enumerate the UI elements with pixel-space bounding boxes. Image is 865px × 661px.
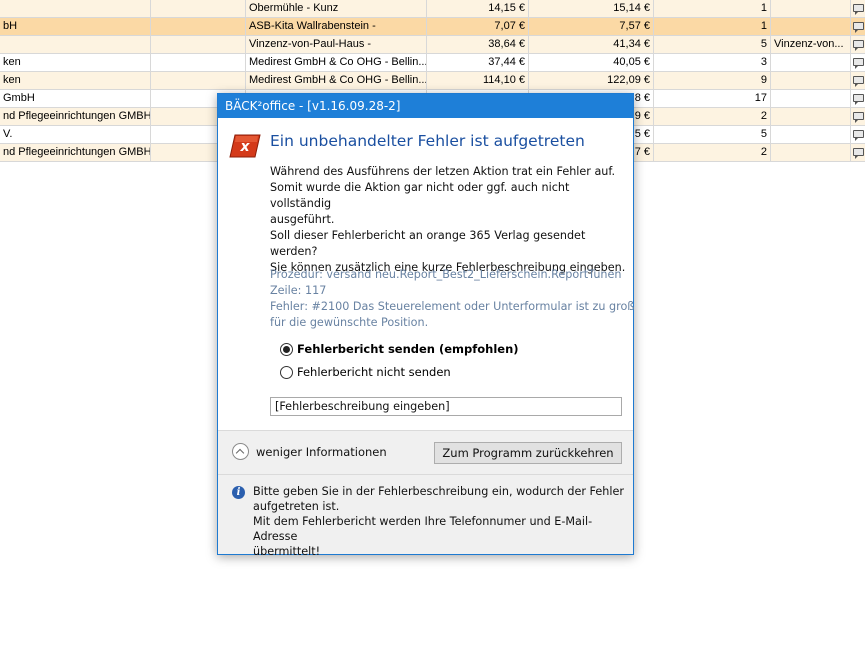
table-cell[interactable]: 7,57 € [529,18,654,36]
table-cell[interactable]: GmbH [0,90,151,108]
table-cell[interactable] [151,18,246,36]
table-cell[interactable]: 122,09 € [529,72,654,90]
table-cell[interactable]: Medirest GmbH & Co OHG - Bellin... [246,72,427,90]
table-cell[interactable] [771,0,851,18]
table-cell[interactable] [771,126,851,144]
table-cell[interactable] [771,108,851,126]
radio-send-label: Fehlerbericht senden (empfohlen) [297,342,519,356]
radio-checked-icon[interactable] [280,342,293,356]
table-cell[interactable]: 40,05 € [529,54,654,72]
table-cell[interactable]: Vinzenz-von... [771,36,851,54]
table-cell[interactable]: 5 [654,36,771,54]
svg-text:x: x [239,139,250,155]
table-cell[interactable]: 38,64 € [427,36,529,54]
table-cell[interactable]: 2 [654,108,771,126]
info-text: Bitte geben Sie in der Fehlerbeschreibun… [253,485,624,558]
table-row[interactable]: ken Medirest GmbH & Co OHG - Bellin... 37,… [0,54,865,72]
table-cell[interactable]: 7,07 € [427,18,529,36]
less-info-toggle[interactable]: weniger Informationen [232,443,387,460]
table-cell[interactable]: nd Pflegeeinrichtungen GMBH [0,144,151,162]
table-cell[interactable] [771,54,851,72]
table-cell[interactable] [0,0,151,18]
table-cell[interactable] [771,90,851,108]
row-action-cell[interactable] [851,72,865,90]
table-cell[interactable]: Medirest GmbH & Co OHG - Bellin... [246,54,427,72]
table-cell[interactable]: Obermühle - Kunz [246,0,427,18]
table-cell[interactable]: 3 [654,54,771,72]
row-action-cell[interactable] [851,126,865,144]
message-icon[interactable] [853,58,864,69]
table-cell[interactable] [0,36,151,54]
message-icon[interactable] [853,148,864,159]
table-cell[interactable] [771,18,851,36]
row-action-cell[interactable] [851,36,865,54]
chevron-up-icon[interactable] [232,443,249,460]
table-cell[interactable] [151,54,246,72]
radio-no-send[interactable]: Fehlerbericht nicht senden [280,365,451,379]
procedure-text: Prozedur: versand neu.Report_Best2_Liefe… [270,268,622,281]
error-text: Fehler: #2100 Das Steuerelement oder Unt… [270,300,635,313]
table-cell[interactable]: ASB-Kita Wallrabenstein - [246,18,427,36]
row-action-cell[interactable] [851,90,865,108]
table-cell[interactable]: 14,15 € [427,0,529,18]
table-cell[interactable]: 41,34 € [529,36,654,54]
action-bar: weniger Informationen Zum Programm zurüc… [218,431,633,474]
message-icon[interactable] [853,22,864,33]
table-row[interactable]: ken Medirest GmbH & Co OHG - Bellin... 114… [0,72,865,90]
table-cell[interactable]: ken [0,54,151,72]
table-cell[interactable]: 2 [654,144,771,162]
table-cell[interactable]: Vinzenz-von-Paul-Haus - [246,36,427,54]
message-icon[interactable] [853,112,864,123]
message-icon[interactable] [853,76,864,87]
row-action-cell[interactable] [851,18,865,36]
table-cell[interactable]: V. [0,126,151,144]
table-cell[interactable]: ken [0,72,151,90]
less-info-label: weniger Informationen [256,444,387,459]
radio-no-send-label: Fehlerbericht nicht senden [297,365,451,379]
error-text-cont: für die gewünschte Position. [270,316,429,329]
table-cell[interactable]: 37,44 € [427,54,529,72]
table-cell[interactable]: 114,10 € [427,72,529,90]
table-cell[interactable] [151,0,246,18]
row-action-cell[interactable] [851,108,865,126]
error-explanation: Während des Ausführens der letzen Aktion… [270,165,616,226]
message-icon[interactable] [853,130,864,141]
line-text: Zeile: 117 [270,284,327,297]
table-cell[interactable]: 1 [654,0,771,18]
row-action-cell[interactable] [851,0,865,18]
table-row[interactable]: bH ASB-Kita Wallrabenstein -7,07 €7,57 €1 [0,18,865,36]
error-details: Prozedur: versand neu.Report_Best2_Liefe… [270,267,635,331]
table-cell[interactable]: 17 [654,90,771,108]
return-to-program-button[interactable]: Zum Programm zurückkehren [434,442,622,464]
info-icon: i [232,486,245,499]
table-cell[interactable] [151,72,246,90]
dialog-heading: Ein unbehandelter Fehler ist aufgetreten [270,132,585,150]
row-action-cell[interactable] [851,54,865,72]
message-icon[interactable] [853,94,864,105]
table-cell[interactable]: 5 [654,126,771,144]
info-panel: i Bitte geben Sie in der Fehlerbeschreib… [218,475,633,558]
message-icon[interactable] [853,40,864,51]
dialog-title[interactable]: BÄCK²office - [v1.16.09.28-2] [218,94,633,118]
radio-unchecked-icon[interactable] [280,365,293,379]
table-cell[interactable]: 9 [654,72,771,90]
table-cell[interactable]: 15,14 € [529,0,654,18]
table-cell[interactable] [151,36,246,54]
error-dialog: BÄCK²office - [v1.16.09.28-2] x Ein unbe… [217,93,635,558]
table-cell[interactable]: bH [0,18,151,36]
table-row[interactable]: Obermühle - Kunz 14,15 €15,14 €1 [0,0,865,18]
error-description-input[interactable] [270,397,622,416]
table-cell[interactable]: nd Pflegeeinrichtungen GMBH [0,108,151,126]
table-cell[interactable] [771,72,851,90]
row-action-cell[interactable] [851,144,865,162]
table-cell[interactable]: 1 [654,18,771,36]
error-x-icon: x [229,134,261,158]
message-icon[interactable] [853,4,864,15]
table-cell[interactable] [771,144,851,162]
radio-send-report[interactable]: Fehlerbericht senden (empfohlen) [280,342,519,356]
table-row[interactable]: Vinzenz-von-Paul-Haus -38,64 €41,34 €5 Vi… [0,36,865,54]
